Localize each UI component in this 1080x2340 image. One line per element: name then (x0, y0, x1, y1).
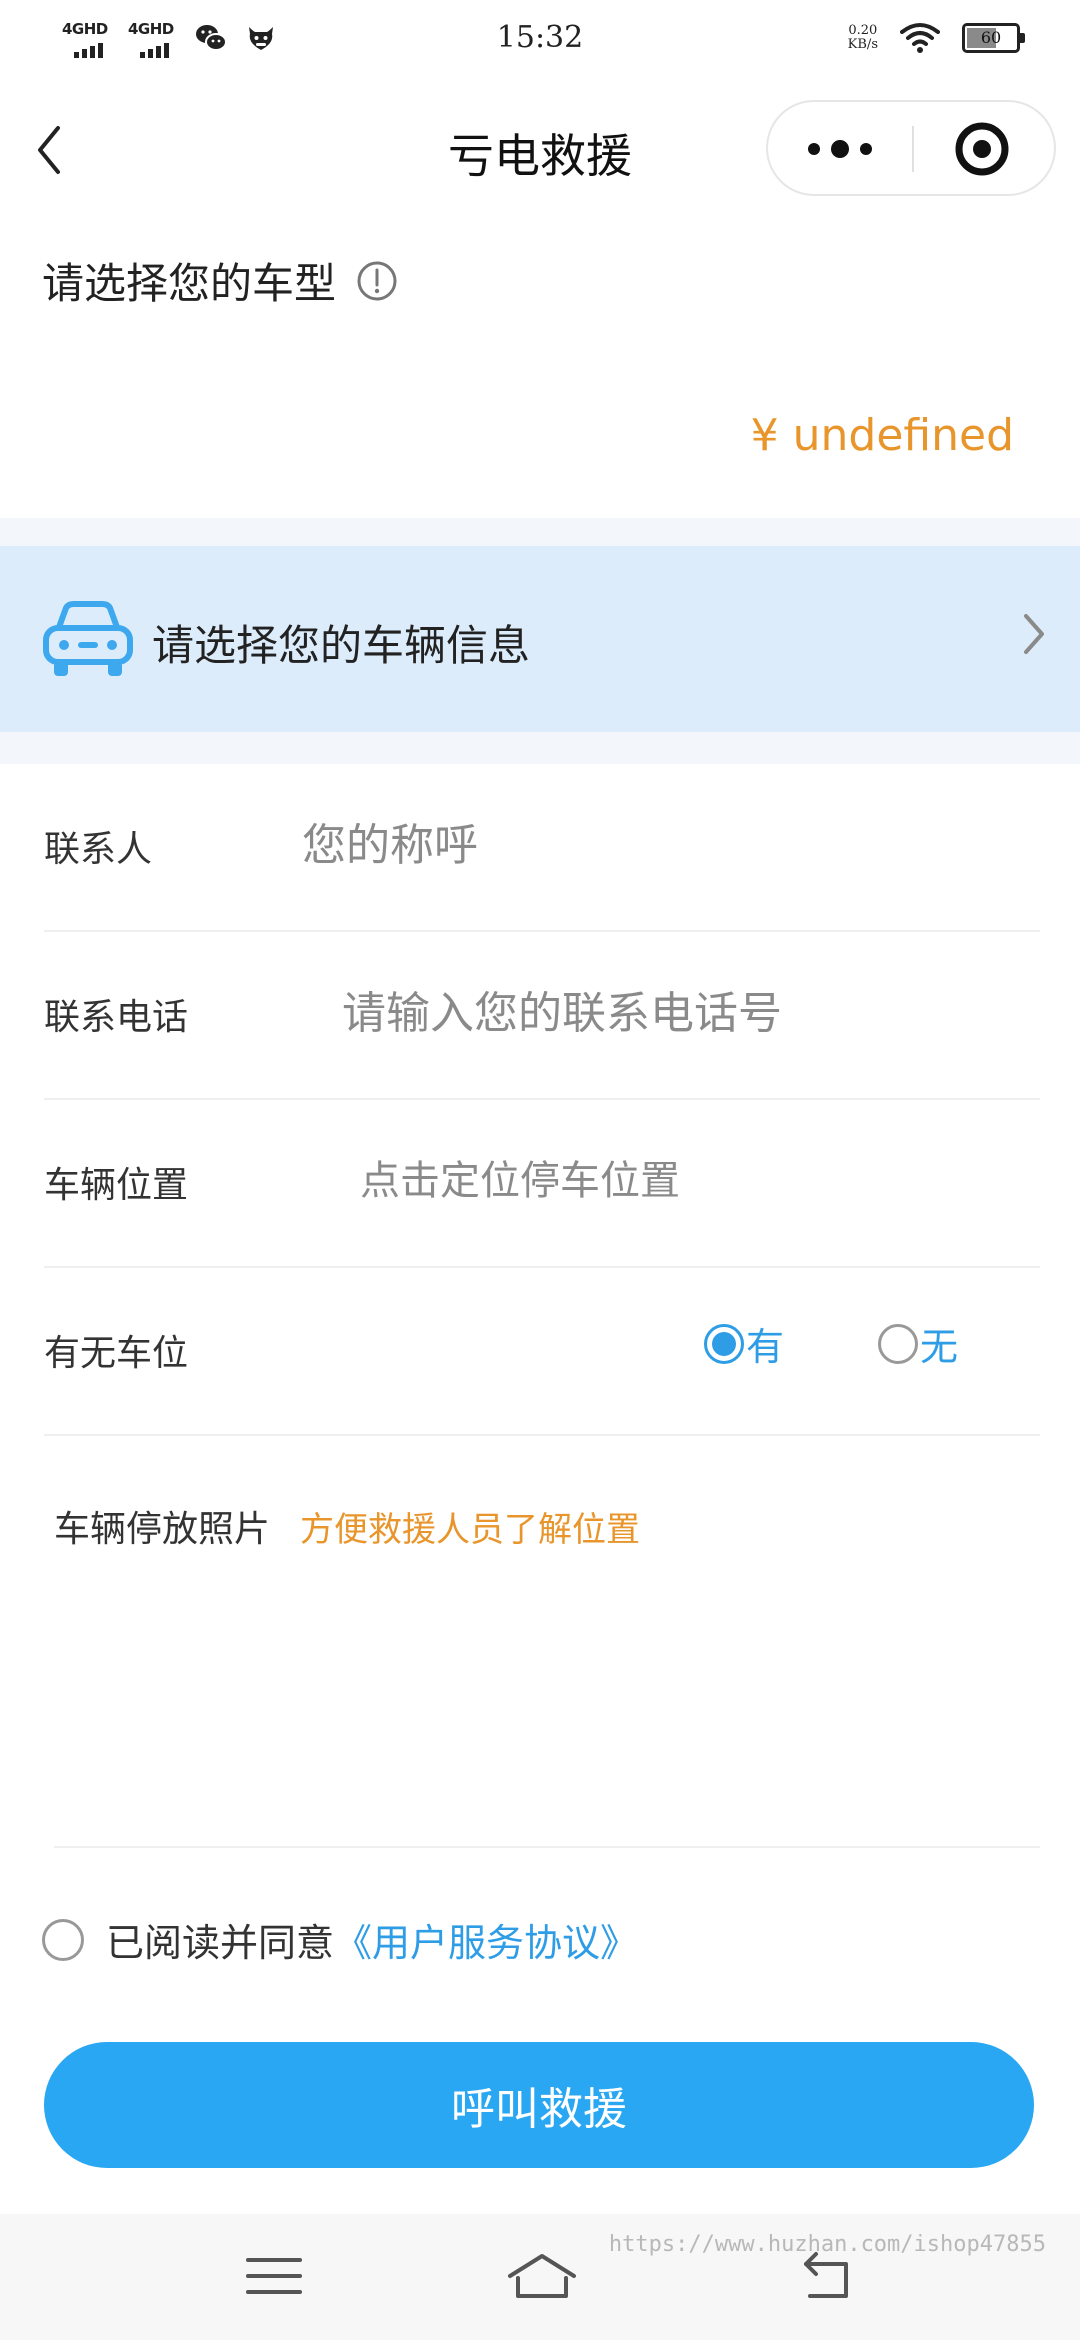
home-icon[interactable] (506, 2248, 578, 2304)
car-type-selector[interactable]: 请选择您的车型 (42, 250, 398, 311)
vehicle-info-selector[interactable]: 请选择您的车辆信息 (0, 546, 1080, 732)
location-label: 车辆位置 (44, 1165, 189, 1206)
agreement-text: 已阅读并同意 (106, 1921, 335, 1965)
agreement-checkbox[interactable] (42, 1918, 84, 1961)
net-speed-value: 0.20 (848, 23, 878, 38)
net-speed: 0.20 KB/s (848, 24, 878, 52)
parking-no-label: 无 (920, 1325, 959, 1369)
parking-yes-option[interactable]: 有 (704, 1316, 784, 1371)
wifi-icon (900, 23, 940, 53)
location-row: 车辆位置 (0, 1100, 1080, 1268)
location-input[interactable] (360, 1146, 1020, 1216)
photo-section-header: 车辆停放照片 方便救援人员了解位置 (54, 1500, 640, 1552)
battery-icon: 60 (962, 23, 1025, 53)
radio-unchecked-icon[interactable] (878, 1323, 918, 1364)
parking-row: 有无车位 有 无 (0, 1268, 1080, 1436)
phone-label: 联系电话 (44, 997, 189, 1038)
more-icon[interactable] (768, 102, 912, 194)
page: 4GHD 4GHD 15:32 0.20 KB/s 60 亏电救援 请选择您的车… (0, 0, 1080, 2340)
mini-program-capsule (766, 100, 1056, 196)
call-rescue-button[interactable]: 呼叫救援 (44, 2042, 1034, 2168)
agreement-row: 已阅读并同意 《用户服务协议》 (42, 1912, 638, 1967)
photo-title: 车辆停放照片 (54, 1509, 271, 1550)
watermark: https://www.huzhan.com/ishop47855 (608, 2232, 1046, 2257)
parking-yes-label: 有 (746, 1325, 785, 1369)
phone-row: 联系电话 (0, 932, 1080, 1100)
phone-input[interactable] (342, 978, 1032, 1048)
parking-no-option[interactable]: 无 (878, 1316, 958, 1371)
battery-text: 60 (980, 28, 1002, 47)
status-right: 0.20 KB/s 60 (848, 22, 1025, 54)
status-bar: 4GHD 4GHD 15:32 0.20 KB/s 60 (0, 0, 1080, 80)
car-icon (43, 601, 133, 676)
divider (44, 1434, 1040, 1436)
nav-bar: 亏电救援 (0, 80, 1080, 220)
menu-icon[interactable] (242, 2248, 306, 2304)
contact-row: 联系人 (0, 764, 1080, 932)
info-icon[interactable] (356, 260, 398, 302)
agreement-link[interactable]: 《用户服务协议》 (334, 1912, 638, 1967)
divider (54, 1846, 1040, 1848)
parking-label: 有无车位 (44, 1333, 189, 1374)
car-type-label: 请选择您的车型 (42, 259, 337, 308)
net-speed-unit: KB/s (847, 37, 878, 52)
close-target-icon[interactable] (914, 102, 1056, 194)
chevron-right-icon (1024, 614, 1044, 654)
contact-label: 联系人 (44, 829, 153, 870)
radio-checked-icon[interactable] (704, 1323, 744, 1364)
photo-hint: 方便救援人员了解位置 (300, 1510, 641, 1550)
vehicle-info-label: 请选择您的车辆信息 (152, 621, 531, 670)
contact-input[interactable] (302, 810, 1002, 880)
price-value: ¥ undefined (750, 410, 1014, 461)
